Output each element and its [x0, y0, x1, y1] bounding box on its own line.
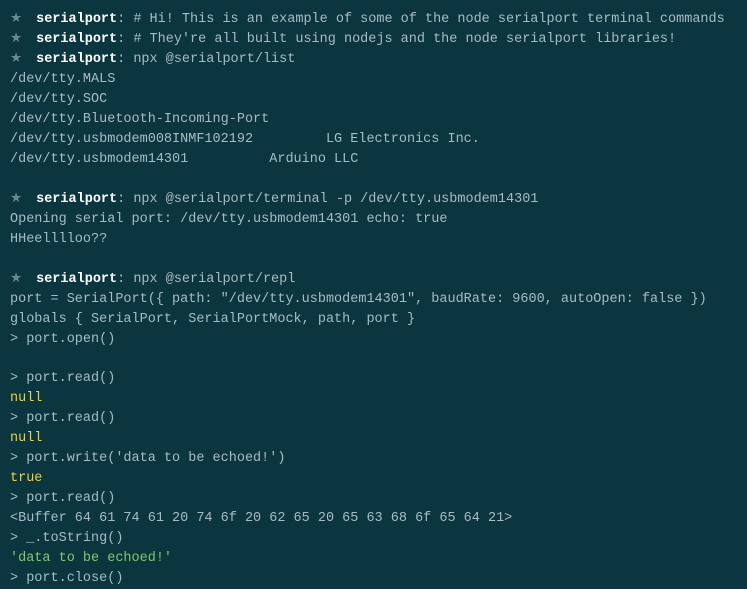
prompt-separator: :: [117, 32, 133, 47]
terminal-line: ★ serialport: npx @serialport/terminal -…: [10, 190, 737, 210]
terminal-line: > port.close(): [10, 569, 737, 589]
output-text: > _.toString(): [10, 531, 123, 546]
terminal-line: <Buffer 64 61 74 61 20 74 6f 20 62 65 20…: [10, 509, 737, 529]
prompt-separator: :: [117, 12, 133, 27]
output-text: /dev/tty.usbmodem008INMF102192 LG Electr…: [10, 132, 480, 147]
prompt-separator: :: [117, 272, 133, 287]
output-text: HHeelllloo??: [10, 232, 107, 247]
terminal-line: Opening serial port: /dev/tty.usbmodem14…: [10, 210, 737, 230]
terminal-line: > port.write('data to be echoed!'): [10, 449, 737, 469]
prompt-user: serialport: [36, 12, 117, 27]
output-text: > port.read(): [10, 411, 115, 426]
prompt-user: serialport: [36, 52, 117, 67]
terminal-line: /dev/tty.usbmodem008INMF102192 LG Electr…: [10, 130, 737, 150]
output-value: null: [10, 431, 42, 446]
prompt-separator: :: [117, 192, 133, 207]
output-text: /dev/tty.Bluetooth-Incoming-Port: [10, 112, 269, 127]
prompt-user: serialport: [36, 272, 117, 287]
star-icon: ★: [10, 190, 28, 210]
terminal-line: [10, 349, 737, 369]
terminal-line: [10, 170, 737, 190]
terminal-line: null: [10, 389, 737, 409]
star-icon: ★: [10, 10, 28, 30]
command-text: npx @serialport/terminal -p /dev/tty.usb…: [133, 192, 538, 207]
terminal-line: true: [10, 469, 737, 489]
output-value: true: [10, 471, 42, 486]
command-text: # Hi! This is an example of some of the …: [133, 12, 724, 27]
prompt-user: serialport: [36, 192, 117, 207]
terminal-line: > port.read(): [10, 409, 737, 429]
terminal-line: > port.read(): [10, 489, 737, 509]
terminal-line: port = SerialPort({ path: "/dev/tty.usbm…: [10, 290, 737, 310]
prompt-user: serialport: [36, 32, 117, 47]
output-text: /dev/tty.MALS: [10, 72, 115, 87]
terminal-line: globals { SerialPort, SerialPortMock, pa…: [10, 310, 737, 330]
output-text: > port.close(): [10, 571, 123, 586]
output-text: Opening serial port: /dev/tty.usbmodem14…: [10, 212, 447, 227]
output-text: > port.write('data to be echoed!'): [10, 451, 285, 466]
terminal-line: /dev/tty.usbmodem14301 Arduino LLC: [10, 150, 737, 170]
output-text: > port.read(): [10, 491, 115, 506]
output-string: 'data to be echoed!': [10, 551, 172, 566]
output-text: /dev/tty.usbmodem14301 Arduino LLC: [10, 152, 358, 167]
terminal-line: HHeelllloo??: [10, 230, 737, 250]
terminal-line: > _.toString(): [10, 529, 737, 549]
output-text: globals { SerialPort, SerialPortMock, pa…: [10, 312, 415, 327]
terminal-line: ★ serialport: # They're all built using …: [10, 30, 737, 50]
output-value: null: [10, 391, 42, 406]
star-icon: ★: [10, 50, 28, 70]
command-text: # They're all built using nodejs and the…: [133, 32, 676, 47]
star-icon: ★: [10, 270, 28, 290]
star-icon: ★: [10, 30, 28, 50]
terminal-line: /dev/tty.SOC: [10, 90, 737, 110]
output-text: /dev/tty.SOC: [10, 92, 107, 107]
terminal-line: ★ serialport: npx @serialport/repl: [10, 270, 737, 290]
output-text: <Buffer 64 61 74 61 20 74 6f 20 62 65 20…: [10, 511, 512, 526]
terminal-line: > port.open(): [10, 330, 737, 350]
terminal-line: /dev/tty.Bluetooth-Incoming-Port: [10, 110, 737, 130]
terminal-line: ★ serialport: npx @serialport/list: [10, 50, 737, 70]
prompt-separator: :: [117, 52, 133, 67]
terminal-line: null: [10, 429, 737, 449]
command-text: npx @serialport/list: [133, 52, 295, 67]
output-text: port = SerialPort({ path: "/dev/tty.usbm…: [10, 292, 707, 307]
terminal-line: /dev/tty.MALS: [10, 70, 737, 90]
output-text: > port.open(): [10, 332, 115, 347]
terminal-output: ★ serialport: # Hi! This is an example o…: [10, 10, 737, 589]
terminal-line: [10, 250, 737, 270]
command-text: npx @serialport/repl: [133, 272, 295, 287]
terminal-line: 'data to be echoed!': [10, 549, 737, 569]
terminal-line: > port.read(): [10, 369, 737, 389]
terminal-line: ★ serialport: # Hi! This is an example o…: [10, 10, 737, 30]
output-text: > port.read(): [10, 371, 115, 386]
